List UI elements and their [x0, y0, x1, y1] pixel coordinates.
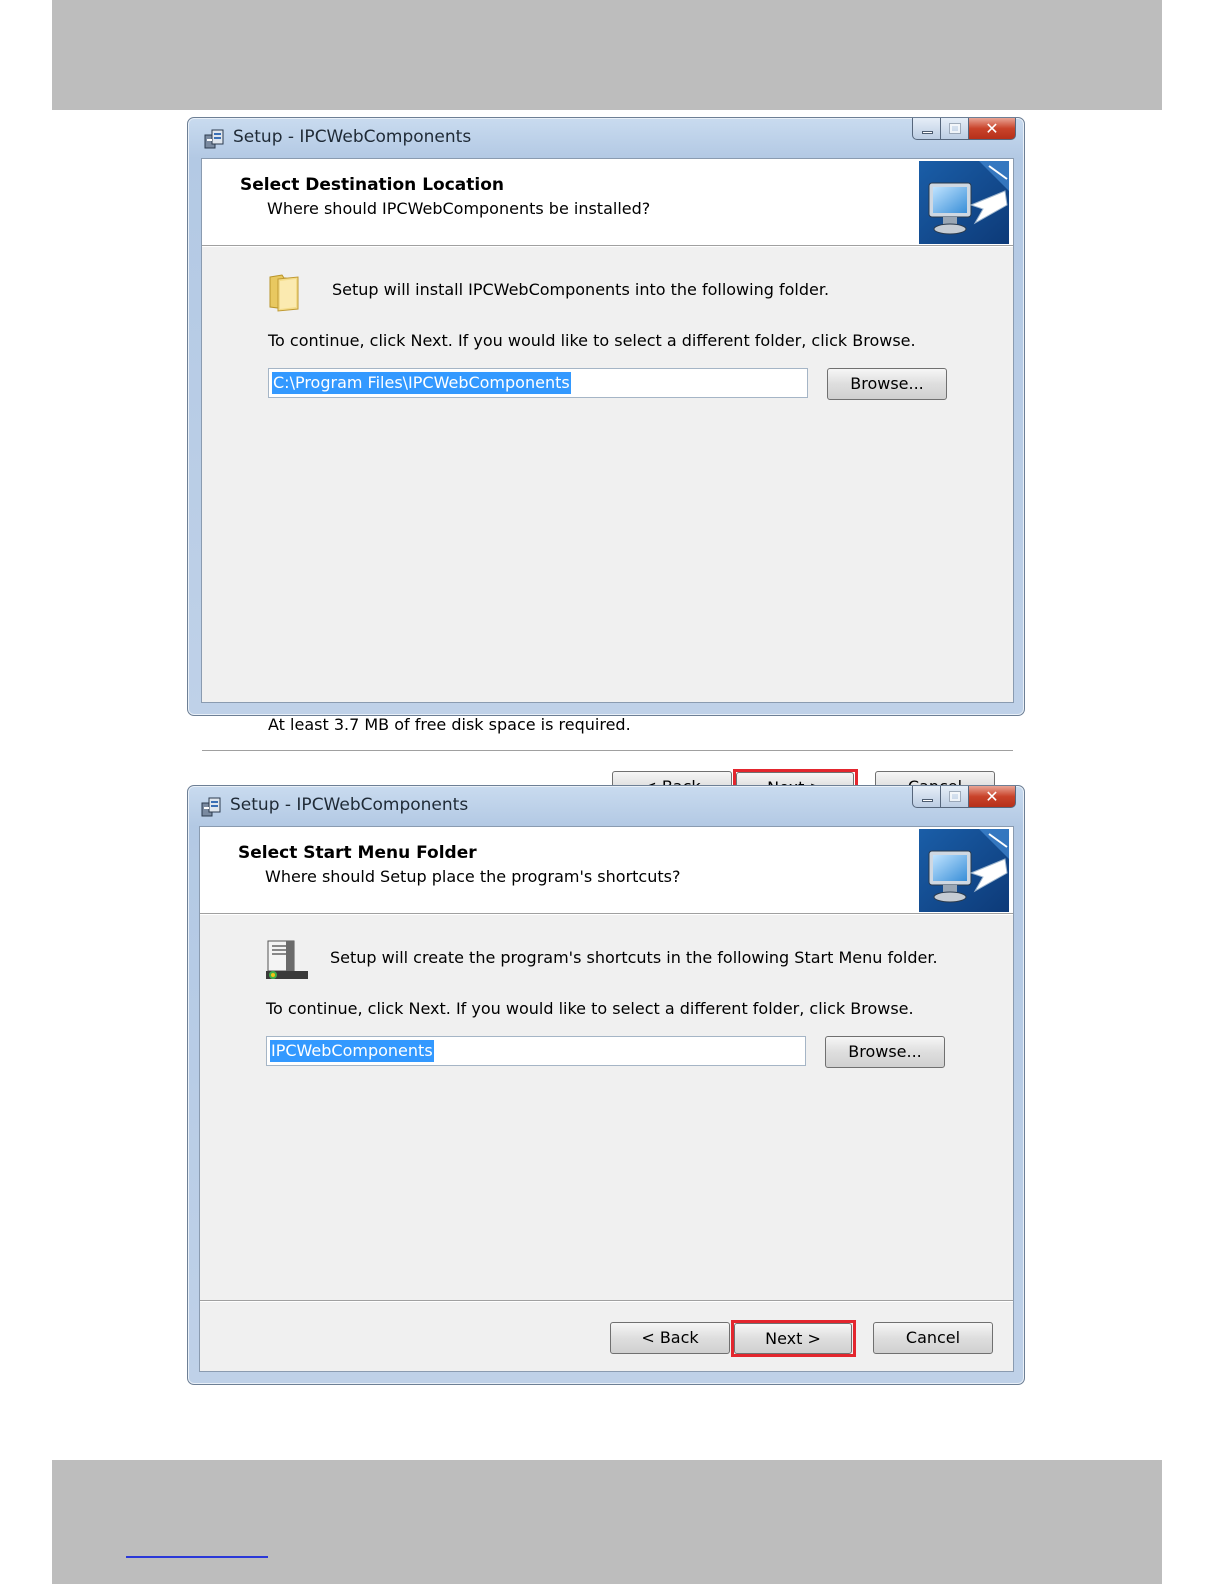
close-button[interactable]: ✕: [969, 118, 1016, 140]
page-footer-band: [52, 1460, 1162, 1584]
close-button[interactable]: ✕: [969, 786, 1016, 808]
window-title: Setup - IPCWebComponents: [230, 795, 469, 815]
lead-text: Setup will install IPCWebComponents into…: [332, 280, 830, 299]
maximize-button[interactable]: [941, 118, 969, 140]
setup-window-destination: Setup - IPCWebComponents ✕ Select Destin…: [187, 117, 1025, 806]
start-menu-folder-input[interactable]: IPCWebComponents: [266, 1036, 806, 1066]
footer-link-underline[interactable]: [126, 1556, 268, 1558]
lead-text: Setup will create the program's shortcut…: [330, 948, 938, 967]
header-title: Select Start Menu Folder: [238, 843, 477, 863]
next-button[interactable]: Next >: [734, 1323, 852, 1354]
title-bar[interactable]: Setup - IPCWebComponents ✕: [188, 118, 1024, 158]
maximize-button[interactable]: [941, 786, 969, 808]
window-title: Setup - IPCWebComponents: [233, 127, 472, 147]
wizard-header: Select Start Menu Folder Where should Se…: [200, 827, 1013, 915]
dialog-client-area: Select Destination Location Where should…: [201, 158, 1014, 806]
dialog-client-area: Select Start Menu Folder Where should Se…: [199, 826, 1014, 1372]
footer-divider: [200, 1300, 1013, 1301]
browse-button[interactable]: Browse...: [827, 368, 947, 400]
start-menu-folder-icon: [266, 940, 308, 979]
setup-window-start-menu: Setup - IPCWebComponents ✕ Select Start …: [187, 785, 1025, 1385]
minimize-icon: [922, 131, 933, 134]
title-bar[interactable]: Setup - IPCWebComponents ✕: [188, 786, 1024, 826]
minimize-button[interactable]: [912, 118, 941, 140]
maximize-icon: [949, 791, 961, 802]
minimize-icon: [922, 799, 933, 802]
footer-divider: [202, 750, 1013, 751]
instruction-text: To continue, click Next. If you would li…: [268, 331, 916, 350]
start-menu-folder-value: IPCWebComponents: [270, 1040, 434, 1062]
header-title: Select Destination Location: [240, 175, 504, 195]
browse-button[interactable]: Browse...: [825, 1036, 945, 1068]
destination-path-value: C:\Program Files\IPCWebComponents: [272, 372, 571, 394]
page-header-band: [52, 0, 1162, 110]
back-button[interactable]: < Back: [610, 1322, 730, 1354]
destination-path-input[interactable]: C:\Program Files\IPCWebComponents: [268, 368, 808, 398]
header-subtitle: Where should IPCWebComponents be install…: [267, 199, 651, 218]
header-subtitle: Where should Setup place the program's s…: [265, 867, 681, 886]
close-icon: ✕: [985, 787, 999, 806]
setup-app-icon: [201, 797, 221, 817]
minimize-button[interactable]: [912, 786, 941, 808]
instruction-text: To continue, click Next. If you would li…: [266, 999, 914, 1018]
setup-app-icon: [204, 129, 224, 149]
wizard-header: Select Destination Location Where should…: [202, 159, 1013, 247]
folder-icon: [269, 274, 299, 312]
maximize-icon: [949, 123, 961, 134]
disk-space-text: At least 3.7 MB of free disk space is re…: [268, 715, 631, 734]
wizard-computer-icon: [919, 161, 1009, 244]
cancel-button[interactable]: Cancel: [873, 1322, 993, 1354]
close-icon: ✕: [985, 119, 999, 138]
wizard-computer-icon: [919, 829, 1009, 912]
